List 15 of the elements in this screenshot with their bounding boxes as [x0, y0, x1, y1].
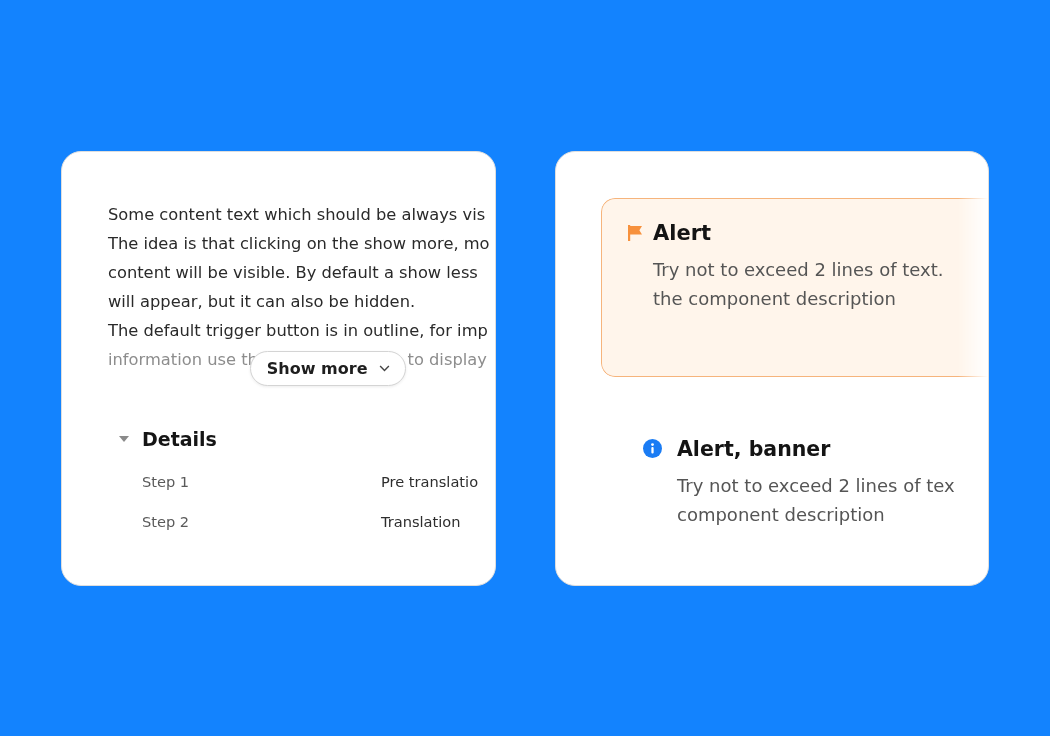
step-value: Pre translatio	[381, 471, 479, 492]
caret-down-icon	[119, 435, 129, 442]
step-label: Step 1	[142, 471, 190, 492]
content-paragraph: Some content text which should be always vis The idea is that clicking on the show more, mo content will be visible. By default a show less will appear, but it can also be hidden. The default trigger button is in outline, for imp	[108, 203, 490, 342]
faded-content-text: to display	[407, 348, 487, 371]
alert-title: Alert	[653, 220, 712, 245]
step-label: Step 2	[142, 511, 190, 532]
step-value: Translation	[381, 511, 461, 532]
chevron-down-icon	[378, 364, 390, 372]
alert-title: Alert, banner	[677, 436, 831, 461]
alert-description: Try not to exceed 2 lines of text. the component description	[653, 257, 944, 311]
details-toggle[interactable]: Details	[119, 423, 217, 454]
alert-description: Try not to exceed 2 lines of tex component description	[677, 473, 955, 527]
info-icon	[643, 439, 662, 458]
flag-icon	[627, 224, 643, 241]
